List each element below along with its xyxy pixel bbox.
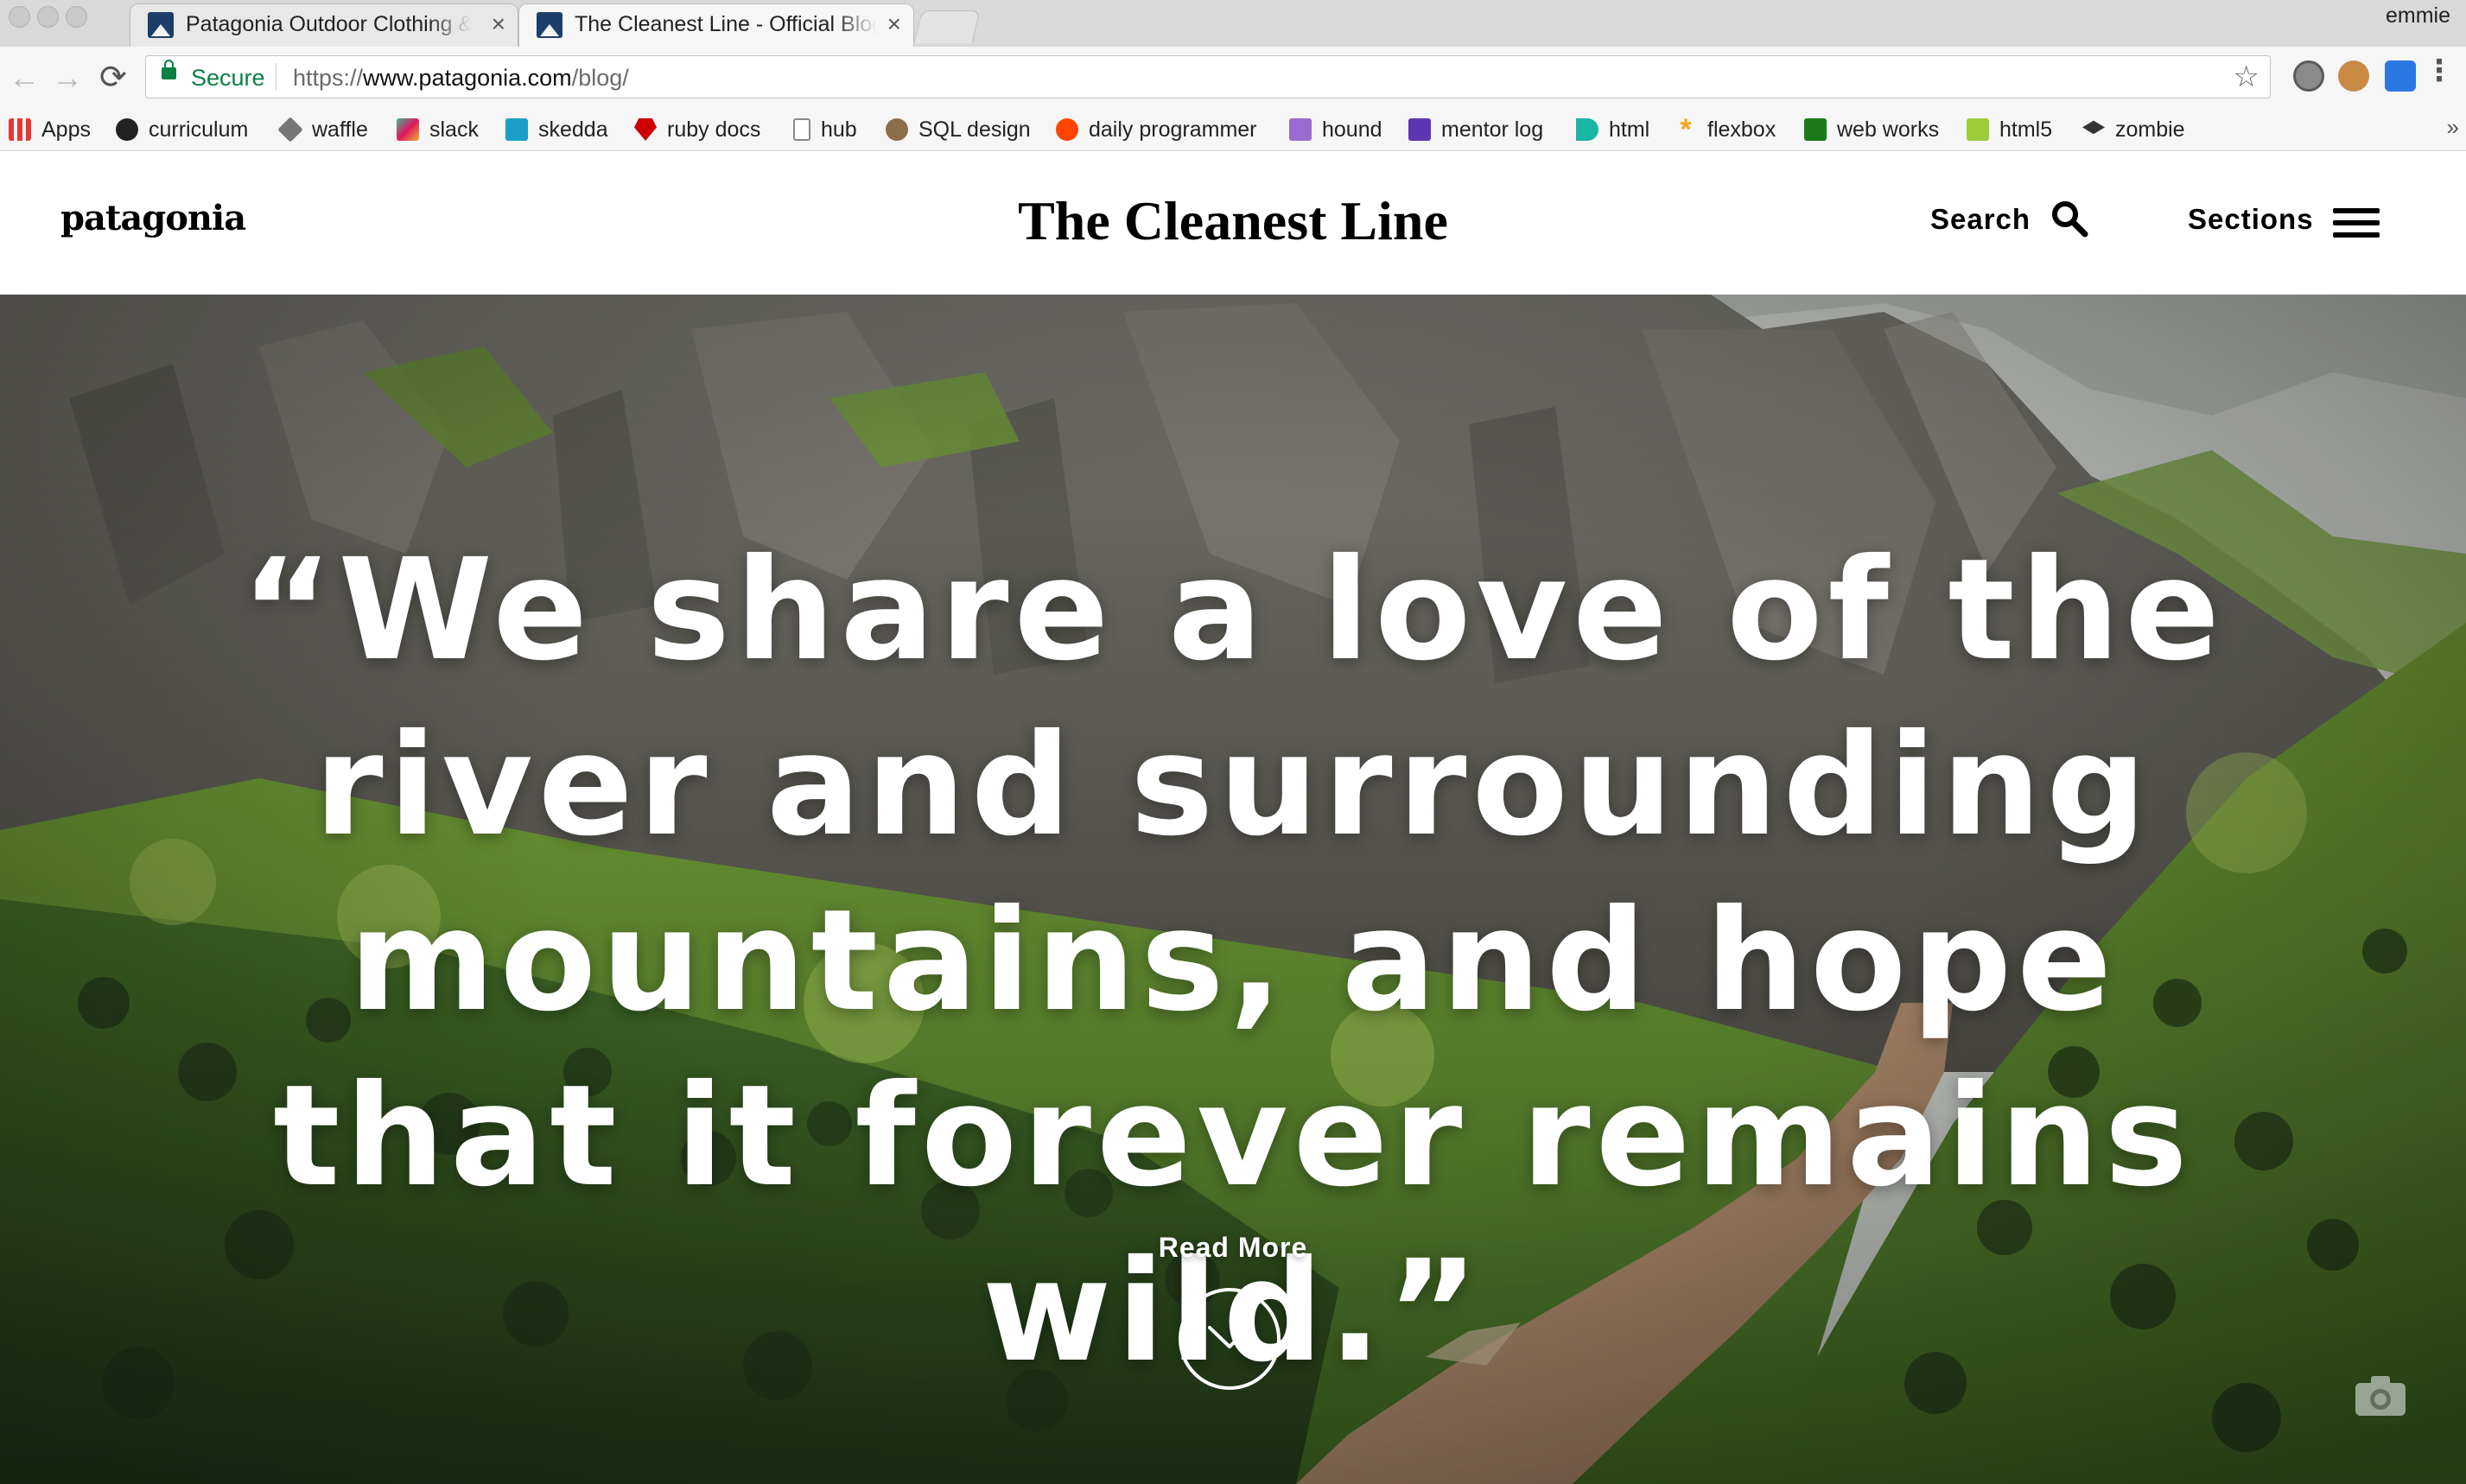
bookmark-html5[interactable]: html5 [1967,112,2052,147]
bookmark-hound[interactable]: hound [1289,112,1382,147]
sections-button[interactable]: Sections [2188,203,2314,236]
browser-tab-strip: Patagonia Outdoor Clothing & Gear × The … [0,0,2466,48]
extension-cookie-icon[interactable] [2338,60,2369,92]
bookmark-label: web works [1837,117,1940,142]
slack-icon [397,118,419,141]
tab-close-icon[interactable]: × [887,10,901,38]
secure-label: Secure [191,65,265,91]
camera-icon[interactable] [2354,1374,2407,1417]
waffle-icon [277,117,303,143]
bookmark-label: flexbox [1707,117,1776,142]
web-works-icon [1804,118,1827,141]
lock-icon [162,60,176,79]
skedda-icon [505,118,528,141]
bookmarks-overflow-icon[interactable]: » [2447,114,2459,141]
url-host: www.patagonia.com [363,65,572,91]
bookmark-label: daily programmer [1089,117,1257,142]
bookmark-label: html5 [1999,117,2053,142]
forward-button[interactable]: → [52,57,83,98]
read-more-link[interactable]: Read More [0,1232,2466,1264]
site-title[interactable]: The Cleanest Line [0,189,2466,253]
chevron-down-icon [1208,1326,1251,1348]
url-path: /blog/ [571,65,629,91]
bookmark-sql-design[interactable]: SQL design [886,112,1031,147]
tab-close-icon[interactable]: × [492,10,505,38]
browser-menu-icon[interactable]: ⋮ [2425,54,2454,88]
sql-design-icon [886,118,908,141]
html-d-icon [1576,118,1598,141]
hamburger-menu-icon[interactable] [2333,208,2380,238]
address-bar[interactable]: Secure https://www.patagonia.com/blog/ ☆ [145,55,2271,98]
bookmark-ruby-docs[interactable]: ruby docs [634,112,760,147]
patagonia-favicon-icon [148,12,174,38]
search-icon[interactable] [2050,200,2088,238]
bookmark-label: SQL design [918,117,1031,142]
mentor-log-icon [1408,118,1431,141]
bookmark-label: html [1609,117,1650,142]
bookmark-curriculum[interactable]: curriculum [116,112,248,147]
apps-grid-icon [9,118,31,141]
ruby-icon [634,118,657,141]
scroll-down-button[interactable] [1179,1288,1281,1390]
bookmark-label: hound [1322,117,1382,142]
bookmark-slack[interactable]: slack [397,112,479,147]
bookmark-label: curriculum [149,117,249,142]
tab-title: The Cleanest Line - Official Blog [575,12,877,37]
bookmark-star-icon[interactable]: ☆ [2234,60,2259,94]
tab-patagonia-store[interactable]: Patagonia Outdoor Clothing & Gear × [130,3,518,47]
bookmark-mentor-log[interactable]: mentor log [1408,112,1543,147]
bookmark-zombie[interactable]: zombie [2082,112,2185,147]
bookmark-skedda[interactable]: skedda [505,112,608,147]
browser-toolbar: ← → ⟳ Secure https://www.patagonia.com/b… [0,47,2466,109]
bookmarks-bar: Apps curriculum waffle slack skedda ruby… [0,109,2466,151]
bookmark-label: mentor log [1441,117,1544,142]
github-icon [116,118,138,141]
zombie-icon [2082,120,2105,135]
hound-icon [1289,118,1312,141]
url-scheme: https:// [293,65,364,91]
tab-title: Patagonia Outdoor Clothing & Gear [186,12,471,37]
bookmark-label: skedda [538,117,608,142]
hero-banner: “We share a love of the river and surrou… [0,295,2466,1484]
bookmark-apps[interactable]: Apps [9,112,91,147]
bookmark-flexbox[interactable]: * flexbox [1675,112,1776,147]
tab-cleanest-line[interactable]: The Cleanest Line - Official Blog × [518,3,914,47]
bookmark-label: hub [821,117,857,142]
bookmark-label: Apps [41,117,91,142]
profile-name[interactable]: emmie [2386,3,2450,29]
bookmark-web-works[interactable]: web works [1804,112,1939,147]
url-text[interactable]: https://www.patagonia.com/blog/ [293,65,629,92]
extension-translate-icon[interactable] [2385,60,2416,92]
page-icon [793,118,810,141]
window-close-button[interactable] [9,6,30,28]
bookmark-label: ruby docs [667,117,761,142]
html5-icon [1967,118,1989,141]
bookmark-html[interactable]: html [1576,112,1649,147]
bookmark-waffle[interactable]: waffle [277,112,368,147]
patagonia-favicon-icon [537,12,562,38]
search-button[interactable]: Search [1930,203,2031,236]
reddit-icon [1056,118,1078,141]
window-zoom-button[interactable] [66,6,87,28]
bookmark-hub[interactable]: hub [793,112,857,147]
flexbox-asterisk-icon: * [1680,113,1692,146]
bookmark-label: waffle [312,117,368,142]
window-minimize-button[interactable] [37,6,59,28]
hero-quote: “We share a love of the river and surrou… [240,530,2226,1393]
site-header: patagonia The Cleanest Line Search Secti… [0,151,2466,295]
bookmark-label: zombie [2115,117,2185,142]
extension-timer-icon[interactable] [2293,60,2324,92]
bookmark-daily-programmer[interactable]: daily programmer [1056,112,1257,147]
reload-button[interactable]: ⟳ [99,57,127,98]
back-button[interactable]: ← [9,57,40,98]
bookmark-label: slack [429,117,479,142]
new-tab-button[interactable] [913,10,981,43]
